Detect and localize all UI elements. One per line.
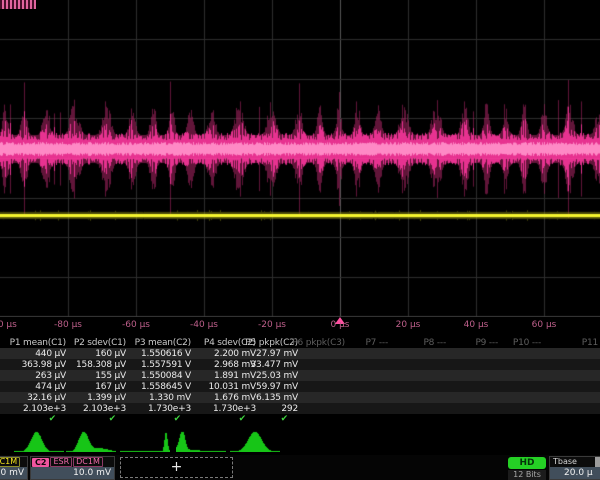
param-value-cell: 440 µV: [35, 349, 66, 359]
param-value-cell: 1.730e+3: [148, 404, 191, 414]
param-status-check-icon: ✔: [49, 414, 56, 424]
param-value-cell: 363.98 µV: [22, 360, 66, 370]
param-value-cell: 474 µV: [35, 382, 66, 392]
param-value-cell: 155 µV: [95, 371, 126, 381]
table-row: [0, 381, 600, 392]
timebase-descriptor[interactable]: Tbase 20.0 µ: [549, 456, 600, 480]
param-value-cell: 10.031 mV: [209, 382, 256, 392]
param-value-cell: 160 µV: [95, 349, 126, 359]
param-value-cell: 2.200 mV: [214, 349, 256, 359]
histicon-P3[interactable]: [120, 430, 170, 452]
histicon-P1[interactable]: [14, 430, 64, 452]
channel-c2-descriptor[interactable]: C2 ESR DC1M 10.0 mV: [30, 456, 115, 480]
param-status-check-icon: ✔: [281, 414, 288, 424]
c1-coupling-badge: DC1M: [0, 457, 20, 467]
param-header-P7[interactable]: P7 ---: [365, 338, 388, 348]
param-value-cell: 27.97 mV: [256, 349, 298, 359]
oscilloscope-screen: -100 µs -80 µs -60 µs -40 µs -20 µs 0 µs 20 µs…: [0, 0, 600, 480]
time-axis-label: -40 µs: [190, 320, 218, 330]
param-value-cell: 1.730e+3: [213, 404, 256, 414]
table-row: [0, 370, 600, 381]
c2-label: C2: [32, 458, 49, 467]
param-header-P8[interactable]: P8 ---: [423, 338, 446, 348]
c1-title: C1 DC1M: [0, 457, 27, 467]
time-axis-label: 20 µs: [396, 320, 421, 330]
param-value-cell: 2.103e+3: [83, 404, 126, 414]
param-status-check-icon: ✔: [174, 414, 181, 424]
param-value-cell: 263 µV: [35, 371, 66, 381]
param-header-P1[interactable]: P1 mean(C1): [10, 338, 66, 348]
descriptor-bar: C1 DC1M 10.0 mV C2 ESR DC1M 10.0 mV + HD…: [0, 455, 600, 480]
param-value-cell: 2.103e+3: [23, 404, 66, 414]
param-value-cell: 25.03 mV: [256, 371, 298, 381]
waveform-grid[interactable]: [0, 0, 600, 317]
param-value-cell: 1.676 mV: [214, 393, 256, 403]
param-header-P2[interactable]: P2 sdev(C1): [74, 338, 126, 348]
c2-title: C2 ESR DC1M: [31, 457, 114, 467]
hd-bits-label: 12 Bits: [508, 470, 546, 480]
time-axis-label: -100 µs: [0, 320, 17, 330]
param-header-P9[interactable]: P9 ---: [475, 338, 498, 348]
param-value-cell: 59.97 mV: [256, 382, 298, 392]
param-value-cell: 1.558645 V: [141, 382, 191, 392]
c1-scale: 10.0 mV: [0, 467, 27, 479]
measurement-table: P1 mean(C1)P2 sdev(C1)P3 mean(C2)P4 sdev…: [0, 337, 600, 427]
histicon-P4[interactable]: [176, 430, 226, 452]
param-header-P11[interactable]: P11: [582, 338, 598, 348]
histicon-P5[interactable]: [230, 430, 280, 452]
cropped-toolbar-badge: [0, 0, 36, 9]
param-value-cell: 1.557591 V: [141, 360, 191, 370]
timebase-label: Tbase: [550, 457, 600, 467]
hd-mode-badge[interactable]: HD: [508, 457, 546, 469]
c2-coupling-badge: DC1M: [73, 457, 103, 467]
add-trace-button[interactable]: +: [120, 457, 233, 478]
histicon-P2[interactable]: [66, 430, 116, 452]
param-value-cell: 33.477 mV: [251, 360, 298, 370]
param-value-cell: 1.891 mV: [214, 371, 256, 381]
param-value-cell: 1.399 µV: [87, 393, 126, 403]
param-status-check-icon: ✔: [239, 414, 246, 424]
param-header-P6[interactable]: P6 pkpk(C3): [292, 338, 345, 348]
c2-esr-badge: ESR: [50, 457, 72, 467]
param-header-P3[interactable]: P3 mean(C2): [135, 338, 191, 348]
param-header-P10[interactable]: P10 ---: [513, 338, 541, 348]
param-value-cell: 1.550616 V: [141, 349, 191, 359]
time-axis-label: 40 µs: [464, 320, 489, 330]
param-value-cell: 158.308 µV: [76, 360, 126, 370]
param-header-P5[interactable]: P5 pkpk(C2): [245, 338, 298, 348]
time-axis-label: 60 µs: [532, 320, 557, 330]
waveform-canvas[interactable]: [0, 0, 600, 317]
c2-scale: 10.0 mV: [31, 467, 114, 479]
histicon-row: [0, 427, 600, 454]
channel-c1-descriptor[interactable]: C1 DC1M 10.0 mV: [0, 456, 28, 480]
param-value-cell: 167 µV: [95, 382, 126, 392]
time-axis-label: -20 µs: [258, 320, 286, 330]
time-axis: -100 µs -80 µs -60 µs -40 µs -20 µs 0 µs 20 µs…: [0, 317, 600, 337]
param-value-cell: 292: [281, 404, 298, 414]
time-axis-label: -80 µs: [54, 320, 82, 330]
table-row: [0, 348, 600, 359]
param-value-cell: 32.16 µV: [27, 393, 66, 403]
time-axis-label: -60 µs: [122, 320, 150, 330]
param-value-cell: 6.135 mV: [256, 393, 298, 403]
param-value-cell: 1.550084 V: [141, 371, 191, 381]
param-status-check-icon: ✔: [109, 414, 116, 424]
time-axis-label: 0 µs: [330, 320, 349, 330]
timebase-value: 20.0 µ: [550, 467, 600, 479]
cropped-box-right: [595, 457, 600, 467]
param-value-cell: 1.330 mV: [149, 393, 191, 403]
